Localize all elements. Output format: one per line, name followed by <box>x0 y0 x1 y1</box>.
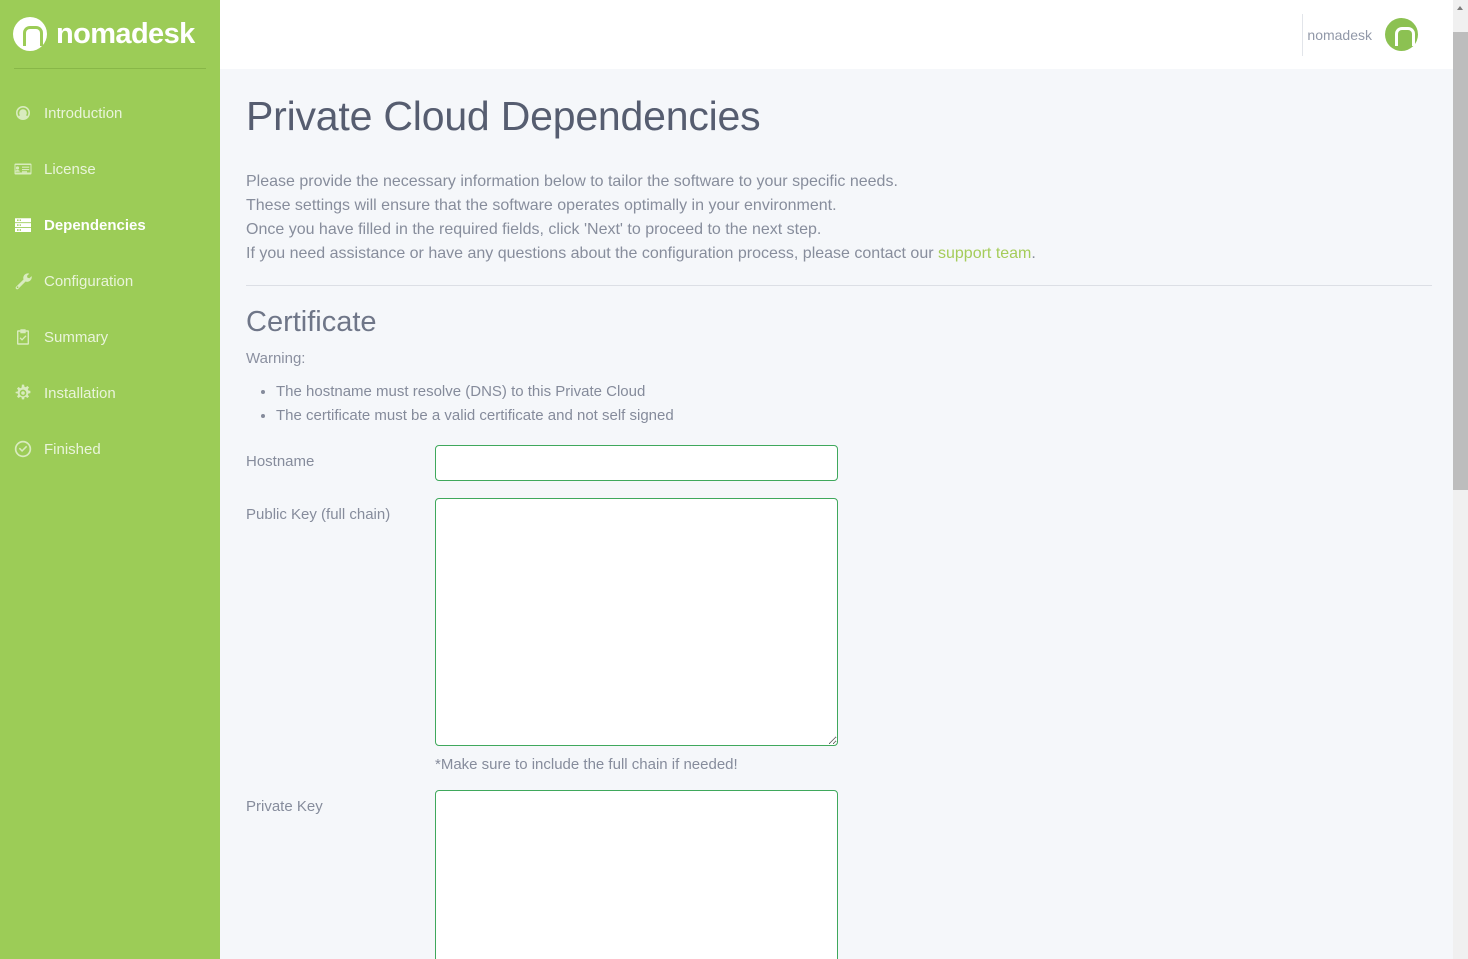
sidebar-item-introduction[interactable]: Introduction <box>0 85 220 141</box>
brand-logo[interactable]: nomadesk <box>0 0 220 68</box>
main-content: Private Cloud Dependencies Please provid… <box>220 69 1453 959</box>
private-key-field-row: Private Key <box>246 790 1417 959</box>
clipboard-check-icon <box>13 327 33 347</box>
section-divider <box>246 285 1432 286</box>
sidebar-item-finished[interactable]: Finished <box>0 421 220 477</box>
topbar-user-name: nomadesk <box>1307 26 1372 43</box>
sidebar-item-summary[interactable]: Summary <box>0 309 220 365</box>
sidebar-item-dependencies[interactable]: Dependencies <box>0 197 220 253</box>
wrench-icon <box>13 271 33 291</box>
private-key-textarea[interactable] <box>435 790 838 959</box>
app-root: nomadesk Introduction License Dependenci… <box>0 0 1468 959</box>
hostname-field-row: Hostname <box>246 445 1417 481</box>
private-key-label: Private Key <box>246 798 323 815</box>
certificate-section-title: Certificate <box>246 306 377 338</box>
topbar: nomadesk <box>220 0 1453 69</box>
sidebar-item-label: Introduction <box>44 104 123 122</box>
public-key-hint: *Make sure to include the full chain if … <box>435 756 738 773</box>
scrollbar-thumb[interactable] <box>1453 32 1468 490</box>
check-circle-icon <box>13 439 33 459</box>
support-suffix: . <box>1031 245 1036 262</box>
support-team-link[interactable]: support team <box>938 245 1031 262</box>
warning-label: Warning: <box>246 350 306 367</box>
nomadesk-circle-logo-icon <box>13 17 47 51</box>
id-card-icon <box>13 159 33 179</box>
public-key-label: Public Key (full chain) <box>246 506 391 523</box>
intro-line: These settings will ensure that the soft… <box>246 197 837 214</box>
sidebar-item-installation[interactable]: Installation <box>0 365 220 421</box>
server-stack-icon <box>13 215 33 235</box>
intro-line: Please provide the necessary information… <box>246 173 898 190</box>
sidebar-item-label: Dependencies <box>44 216 146 234</box>
warning-item: The certificate must be a valid certific… <box>276 404 1417 428</box>
vertical-scrollbar[interactable] <box>1453 0 1468 959</box>
public-key-field-row: Public Key (full chain) <box>246 498 1417 746</box>
sidebar-item-license[interactable]: License <box>0 141 220 197</box>
page-title: Private Cloud Dependencies <box>246 93 761 139</box>
topbar-separator <box>1302 14 1303 56</box>
avatar[interactable] <box>1385 18 1418 51</box>
gear-icon <box>13 383 33 403</box>
sidebar-item-label: Configuration <box>44 272 134 290</box>
public-key-textarea[interactable] <box>435 498 838 746</box>
gauge-icon <box>13 103 33 123</box>
sidebar-nav: Introduction License Dependencies Config… <box>0 69 220 477</box>
topbar-user-menu[interactable]: nomadesk <box>1307 0 1418 69</box>
warning-item: The hostname must resolve (DNS) to this … <box>276 380 1417 404</box>
brand-name: nomadesk <box>56 17 195 50</box>
intro-text: Please provide the necessary information… <box>246 170 1417 266</box>
sidebar-item-label: Summary <box>44 328 109 346</box>
sidebar-item-label: Finished <box>44 440 101 458</box>
hostname-label: Hostname <box>246 453 315 470</box>
warning-list: The hostname must resolve (DNS) to this … <box>276 380 1417 428</box>
hostname-input[interactable] <box>435 445 838 481</box>
support-prefix: If you need assistance or have any quest… <box>246 245 938 262</box>
sidebar-item-label: License <box>44 160 96 178</box>
caret-up-icon[interactable] <box>1453 0 1468 17</box>
sidebar: nomadesk Introduction License Dependenci… <box>0 0 220 959</box>
intro-line: Once you have filled in the required fie… <box>246 221 822 238</box>
public-key-field-col <box>435 498 838 746</box>
sidebar-item-label: Installation <box>44 384 116 402</box>
intro-support-line: If you need assistance or have any quest… <box>246 242 1417 266</box>
sidebar-item-configuration[interactable]: Configuration <box>0 253 220 309</box>
